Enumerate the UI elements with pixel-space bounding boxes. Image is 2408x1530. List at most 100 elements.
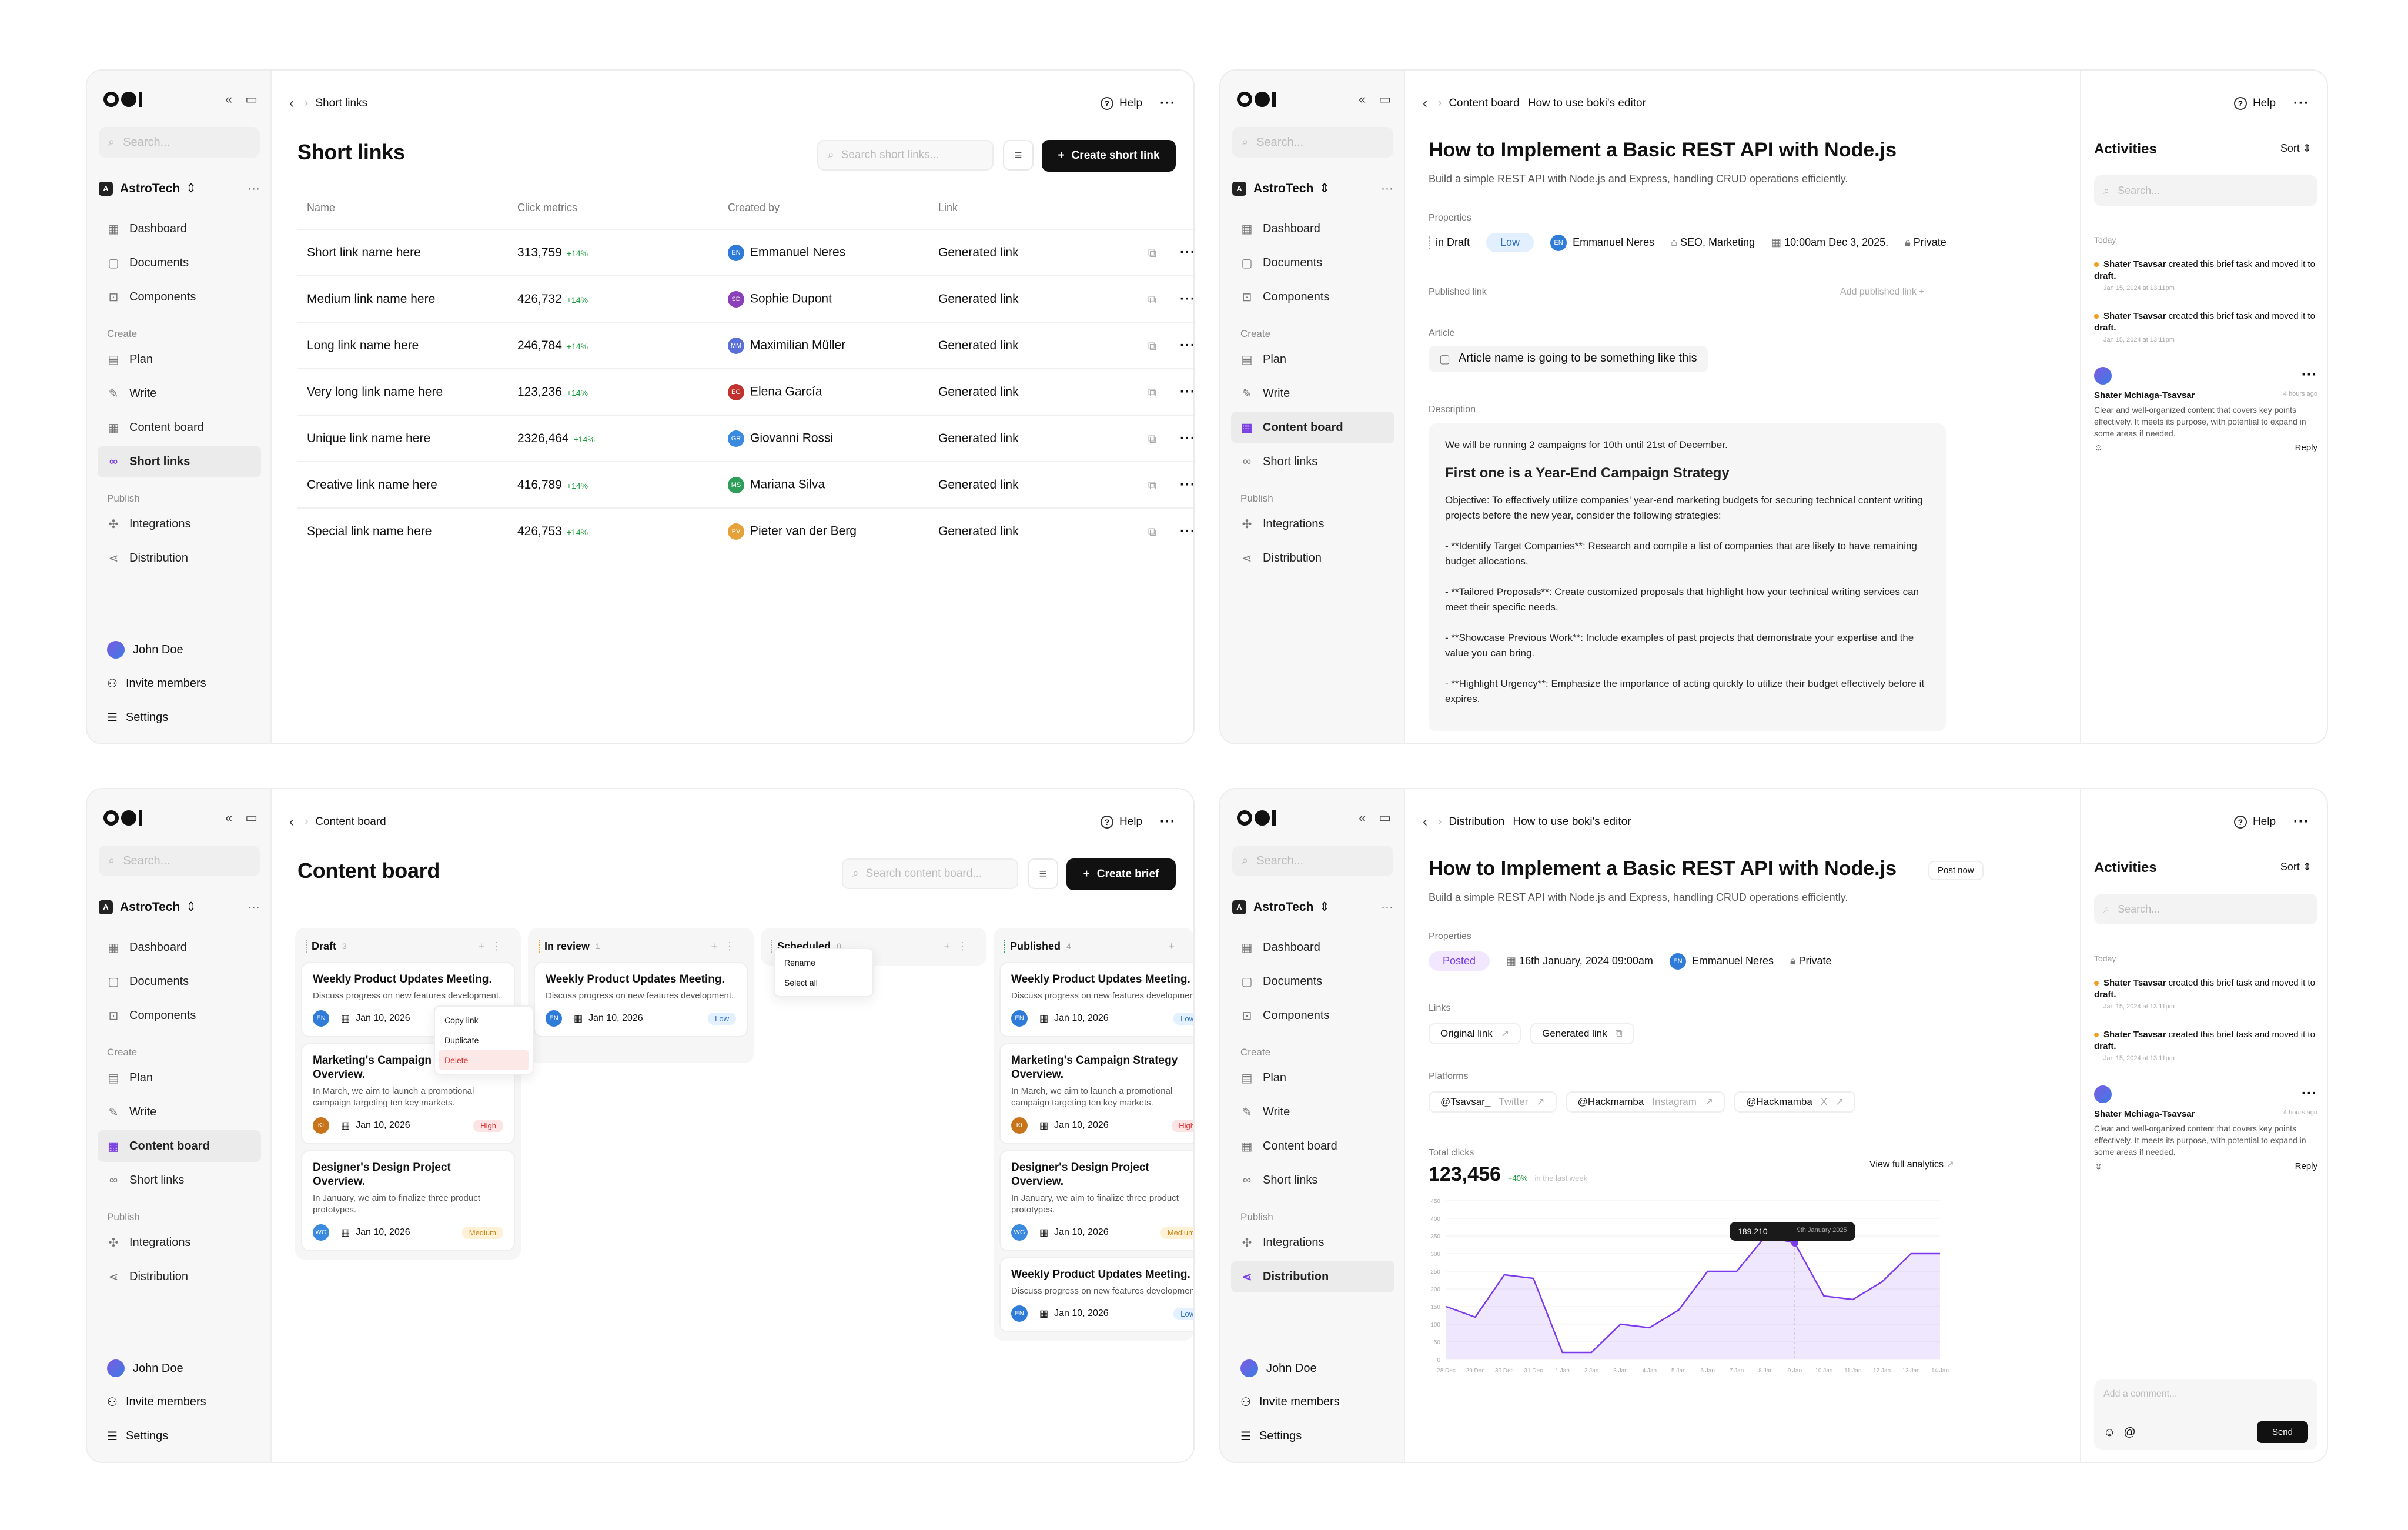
link-name[interactable]: Creative link name here: [297, 461, 508, 508]
more-icon[interactable]: ···: [1180, 384, 1193, 400]
sort-button[interactable]: Sort ⇕: [2280, 142, 2312, 155]
comment-input[interactable]: Add a comment...: [2103, 1389, 2308, 1399]
column-actions[interactable]: +⋮: [478, 940, 509, 953]
nav-components[interactable]: ⊡ Components: [98, 281, 261, 313]
more-icon[interactable]: ···: [1180, 291, 1193, 307]
board-card[interactable]: Marketing's Campaign Strategy Overview. I…: [999, 1043, 1193, 1144]
workspace-switcher[interactable]: A AstroTech ⇕ ···: [1232, 181, 1393, 196]
menu-select-all[interactable]: Select all: [778, 973, 869, 993]
sidebar-search[interactable]: ⌕ Search...: [1232, 127, 1393, 158]
nav-documents[interactable]: ▢ Documents: [98, 966, 261, 997]
status-property[interactable]: in Draft: [1429, 236, 1470, 249]
back-icon[interactable]: ‹: [289, 95, 294, 112]
nav-content-board[interactable]: ▦ Content board: [98, 412, 261, 443]
comment-box[interactable]: Add a comment... ☺ @ Send: [2094, 1379, 2317, 1450]
settings[interactable]: ☰ Settings: [107, 1429, 168, 1444]
nav-documents[interactable]: ▢ Documents: [1231, 966, 1394, 997]
user-profile[interactable]: John Doe: [1240, 1359, 1317, 1377]
nav-dashboard[interactable]: ▦ Dashboard: [1231, 213, 1394, 245]
platform-chip[interactable]: @Hackmamba X ↗: [1734, 1091, 1856, 1113]
generated-link[interactable]: Generated link: [929, 322, 1090, 369]
description-editor[interactable]: We will be running 2 campaigns for 10th …: [1429, 423, 1946, 731]
nav-plan[interactable]: ▤ Plan: [98, 1062, 261, 1094]
nav-write[interactable]: ✎ Write: [1231, 378, 1394, 409]
add-published-link[interactable]: Add published link +: [1840, 287, 1925, 298]
nav-integrations[interactable]: ✣ Integrations: [98, 1227, 261, 1258]
board-card[interactable]: Weekly Product Updates Meeting. Discuss p…: [999, 962, 1193, 1037]
nav-integrations[interactable]: ✣ Integrations: [98, 508, 261, 540]
help-button[interactable]: ? Help: [2233, 97, 2276, 110]
more-icon[interactable]: ···: [2293, 814, 2309, 830]
more-icon[interactable]: ···: [1180, 430, 1193, 446]
platform-chip[interactable]: @Hackmamba Instagram ↗: [1566, 1091, 1725, 1113]
tags-property[interactable]: ⌂ SEO, Marketing: [1671, 236, 1755, 249]
collapse-icon[interactable]: «: [1359, 810, 1366, 826]
table-row[interactable]: Unique link name here 2326,464 +14% GR Giova…: [297, 415, 1193, 462]
more-icon[interactable]: ···: [2302, 367, 2317, 385]
nav-short-links[interactable]: ∞ Short links: [1231, 446, 1394, 477]
table-row[interactable]: Medium link name here 426,732 +14% SD Sophie…: [297, 275, 1193, 322]
table-row[interactable]: Long link name here 246,784 +14% MM Maximili…: [297, 322, 1193, 369]
nav-plan[interactable]: ▤ Plan: [98, 343, 261, 375]
owner-property[interactable]: EN Emmanuel Neres: [1550, 234, 1654, 251]
filter-button[interactable]: ≡: [1003, 140, 1034, 171]
invite-members[interactable]: ⚇ Invite members: [107, 676, 206, 691]
send-button[interactable]: Send: [2256, 1421, 2308, 1443]
board-card[interactable]: Designer's Design Project Overview. In Ja…: [301, 1150, 515, 1251]
help-button[interactable]: ? Help: [2233, 816, 2276, 829]
article-chip[interactable]: ▢ Article name is going to be something l…: [1429, 346, 1708, 372]
date-property[interactable]: ▦ 16th January, 2024 09:00am: [1506, 955, 1653, 967]
view-analytics-link[interactable]: View full analytics ↗: [1869, 1158, 1954, 1170]
collapse-icon[interactable]: «: [1359, 92, 1366, 107]
nav-distribution[interactable]: ⋖ Distribution: [98, 542, 261, 574]
generated-link[interactable]: Generated link: [929, 368, 1090, 415]
sidebar-search[interactable]: ⌕ Search...: [99, 846, 260, 876]
nav-integrations[interactable]: ✣ Integrations: [1231, 508, 1394, 540]
more-icon[interactable]: ···: [2293, 95, 2309, 112]
create-brief-button[interactable]: + Create brief: [1066, 858, 1176, 890]
collapse-icon[interactable]: «: [225, 92, 232, 107]
nav-write[interactable]: ✎ Write: [1231, 1096, 1394, 1128]
workspace-more-icon[interactable]: ···: [248, 900, 260, 914]
create-short-link-button[interactable]: + Create short link: [1042, 140, 1176, 172]
column-actions[interactable]: +⋮: [944, 940, 975, 953]
platform-chip[interactable]: @Tsavsar_ Twitter ↗: [1429, 1091, 1557, 1113]
table-row[interactable]: Short link name here 313,759 +14% EN Emmanue…: [297, 229, 1193, 276]
nav-plan[interactable]: ▤ Plan: [1231, 343, 1394, 375]
nav-dashboard[interactable]: ▦ Dashboard: [98, 213, 261, 245]
copy-icon[interactable]: ⧉: [1148, 386, 1156, 399]
invite-members[interactable]: ⚇ Invite members: [1240, 1395, 1340, 1409]
activities-search[interactable]: ⌕ Search...: [2094, 175, 2317, 206]
more-icon[interactable]: ···: [1180, 523, 1193, 539]
link-name[interactable]: Medium link name here: [297, 275, 508, 322]
sidebar-search[interactable]: ⌕ Search...: [99, 127, 260, 158]
copy-icon[interactable]: ⧉: [1148, 340, 1156, 353]
inbox-icon[interactable]: ▭: [245, 92, 257, 107]
workspace-switcher[interactable]: A AstroTech ⇕ ···: [99, 900, 260, 914]
nav-dashboard[interactable]: ▦ Dashboard: [1231, 931, 1394, 963]
generated-link[interactable]: Generated link: [929, 507, 1090, 554]
inbox-icon[interactable]: ▭: [1379, 810, 1391, 826]
nav-dashboard[interactable]: ▦ Dashboard: [98, 931, 261, 963]
column-actions[interactable]: +⋮: [711, 940, 742, 953]
nav-integrations[interactable]: ✣ Integrations: [1231, 1227, 1394, 1258]
nav-components[interactable]: ⊡ Components: [98, 1000, 261, 1031]
back-icon[interactable]: ‹: [1423, 814, 1427, 830]
workspace-switcher[interactable]: A AstroTech ⇕ ···: [99, 181, 260, 196]
link-name[interactable]: Special link name here: [297, 507, 508, 554]
help-button[interactable]: ? Help: [1100, 816, 1142, 829]
link-name[interactable]: Long link name here: [297, 322, 508, 369]
menu-delete[interactable]: Delete: [439, 1050, 529, 1070]
priority-badge[interactable]: Low: [1486, 233, 1534, 252]
emoji-icon[interactable]: ☺: [2094, 443, 2103, 453]
copy-icon[interactable]: ⧉: [1148, 479, 1156, 492]
breadcrumb[interactable]: Distribution: [1449, 816, 1504, 829]
generated-link[interactable]: Generated link: [929, 415, 1090, 462]
reply-button[interactable]: Reply: [2295, 443, 2317, 453]
back-icon[interactable]: ‹: [1423, 95, 1427, 112]
board-card[interactable]: Weekly Product Updates Meeting. Discuss p…: [999, 1257, 1193, 1332]
sidebar-search[interactable]: ⌕ Search...: [1232, 846, 1393, 876]
more-icon[interactable]: ···: [1180, 338, 1193, 353]
nav-distribution[interactable]: ⋖ Distribution: [1231, 542, 1394, 574]
search-input[interactable]: ⌕ Search content board...: [842, 858, 1018, 889]
